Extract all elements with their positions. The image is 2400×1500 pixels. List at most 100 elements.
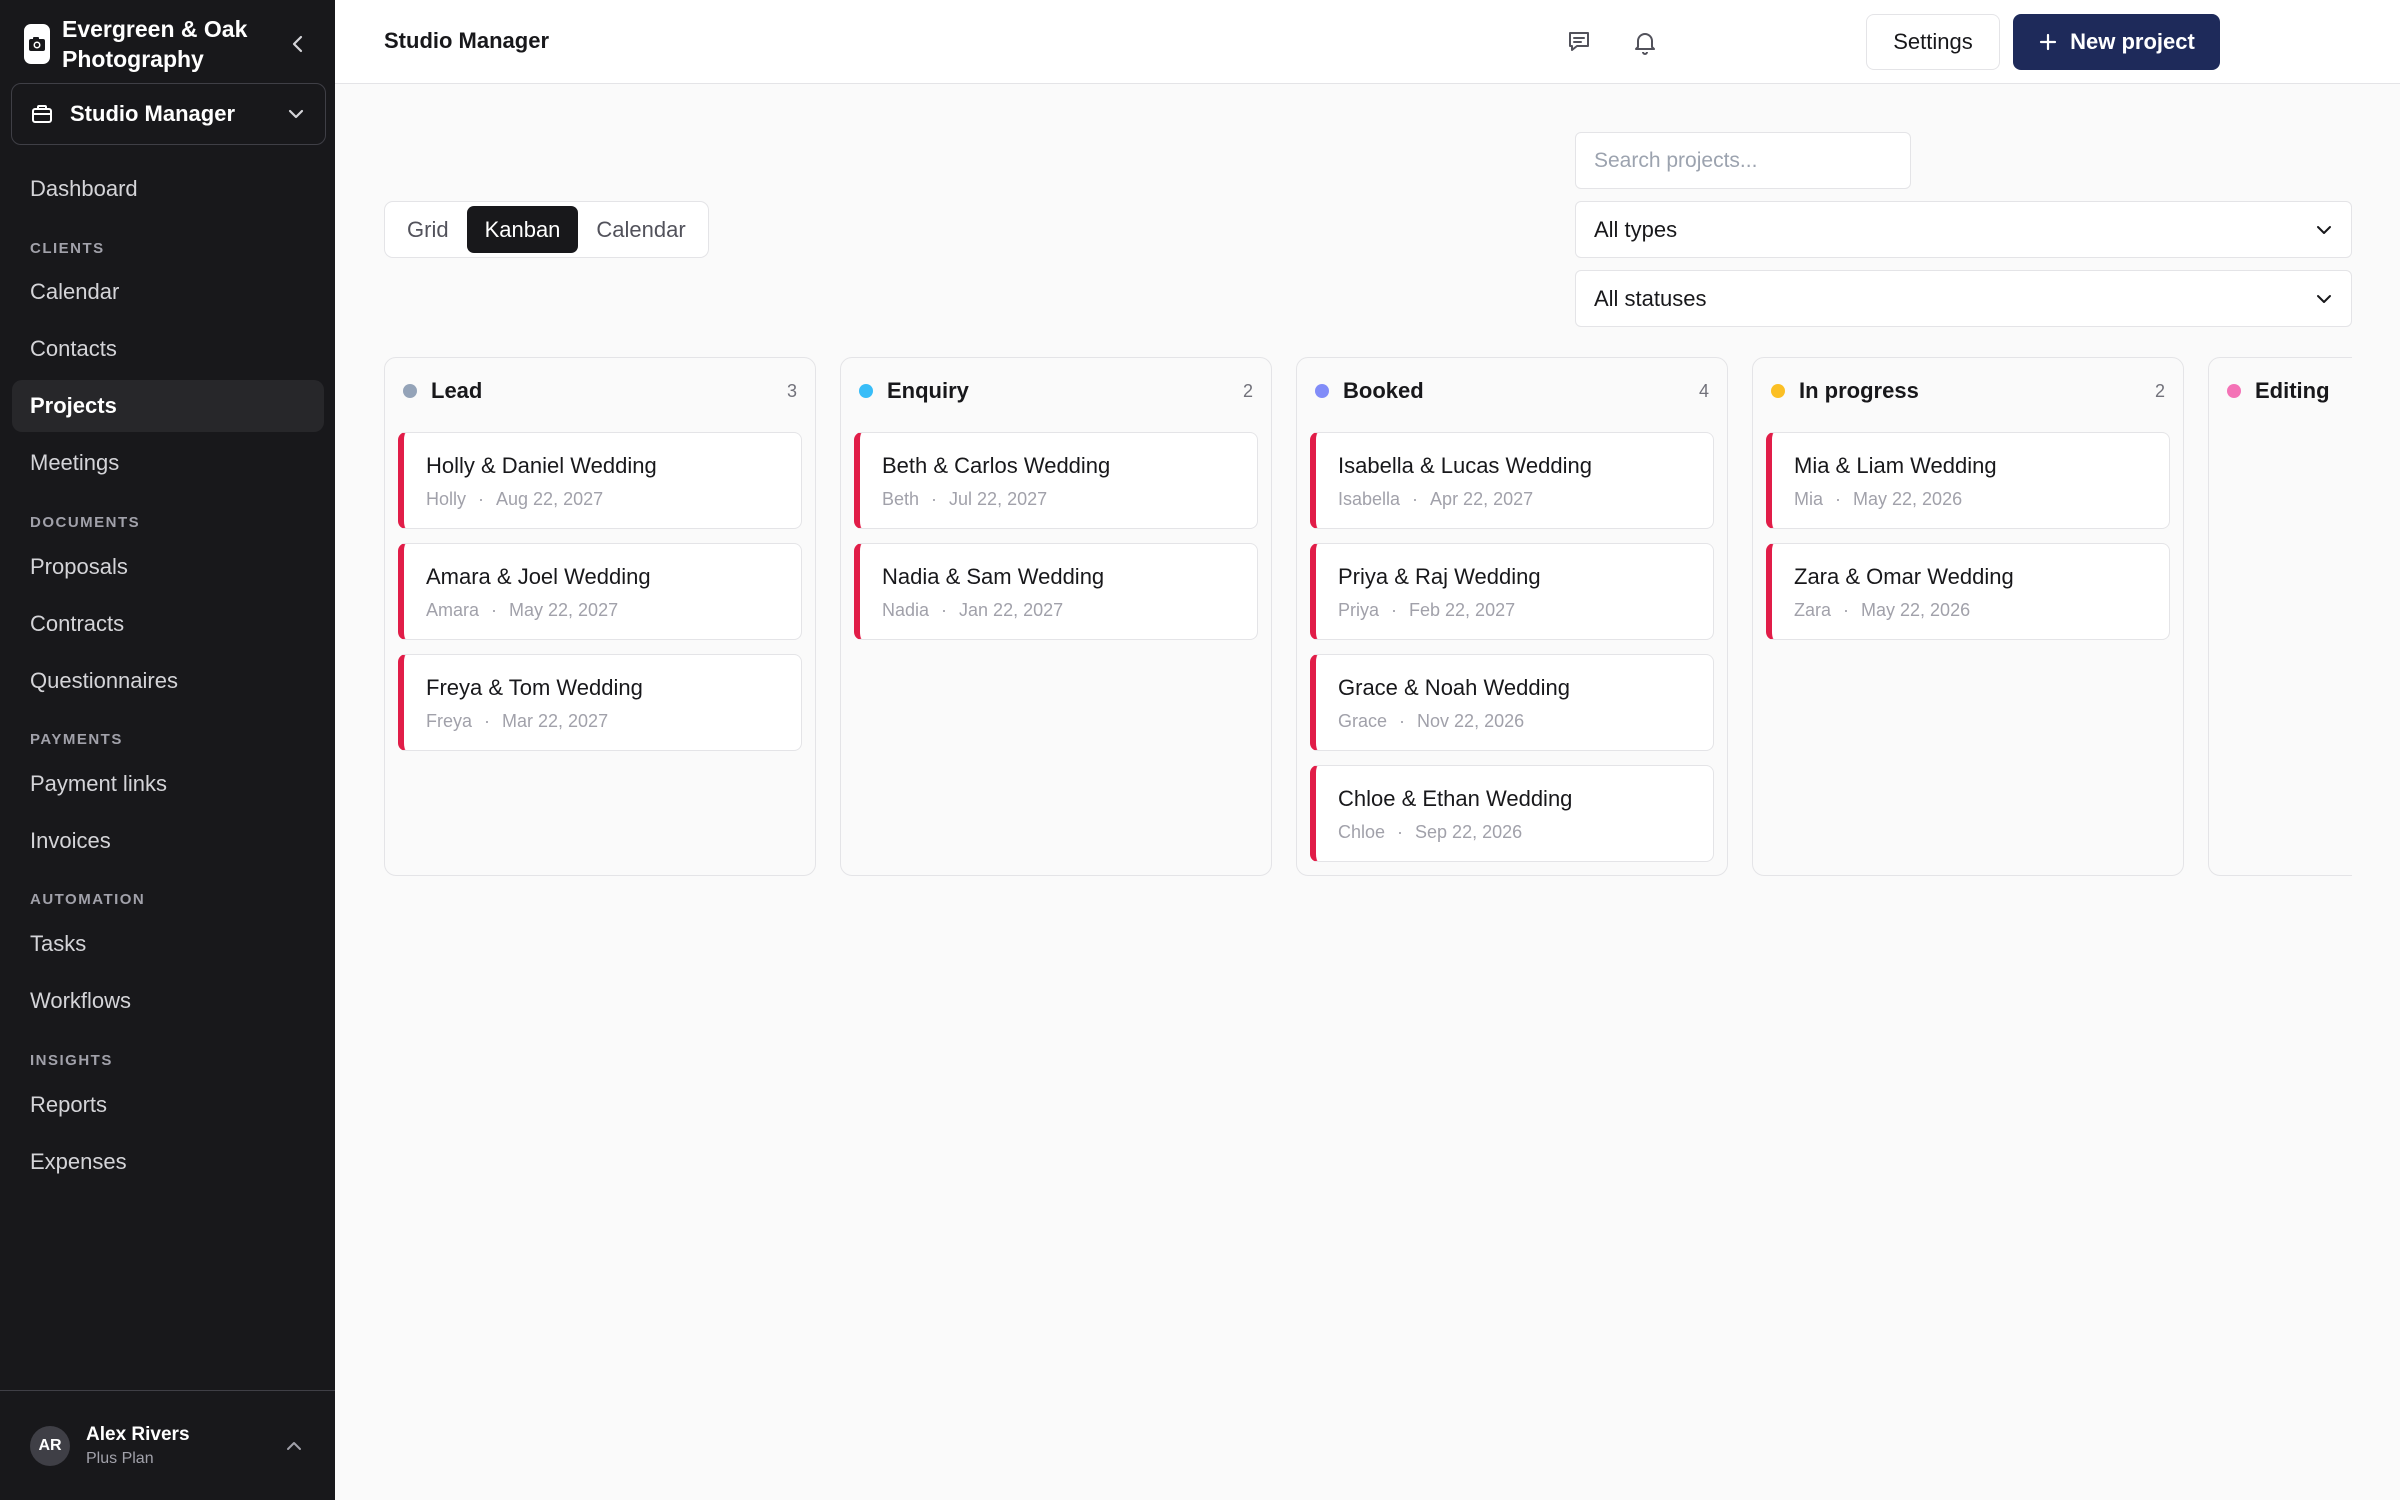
sidebar-item-invoices[interactable]: Invoices (12, 815, 324, 867)
project-client: Zara (1794, 600, 1832, 620)
project-date: Mar 22, 2027 (502, 711, 609, 731)
sidebar-item-meetings[interactable]: Meetings (12, 437, 324, 489)
chevron-down-icon (288, 109, 304, 119)
workspace-switcher[interactable]: Studio Manager (11, 83, 326, 145)
project-meta: Freya · Mar 22, 2027 (426, 711, 779, 732)
status-dot (1771, 384, 1785, 398)
column-header: Enquiry 2 (859, 376, 1253, 406)
section-payments: PAYMENTS (30, 731, 123, 748)
project-title: Freya & Tom Wedding (426, 675, 643, 700)
sidebar-item-calendar[interactable]: Calendar (12, 266, 324, 318)
new-project-button[interactable]: New project (2013, 14, 2220, 70)
column-count: 4 (1698, 380, 1709, 401)
column-title: Lead (431, 378, 483, 403)
section-documents: DOCUMENTS (30, 514, 141, 531)
workspace-label: Studio Manager (70, 101, 236, 126)
notifications-button[interactable] (1623, 20, 1667, 64)
meta-separator: · (491, 600, 498, 620)
chevron-up-icon (287, 1441, 301, 1450)
project-card[interactable]: Chloe & Ethan Wedding Chloe · Sep 22, 2026 (1310, 765, 1714, 862)
page-title: Studio Manager (384, 28, 550, 53)
meta-separator: · (1399, 711, 1406, 731)
project-title: Amara & Joel Wedding (426, 564, 651, 589)
project-meta: Nadia · Jan 22, 2027 (882, 600, 1235, 621)
project-card[interactable]: Holly & Daniel Wedding Holly · Aug 22, 2027 (398, 432, 802, 529)
briefcase-icon (32, 105, 52, 123)
camera-icon (24, 24, 50, 64)
sidebar-item-projects[interactable]: Projects (12, 380, 324, 432)
kanban-column-lead: Lead 3 Holly & Daniel Wedding Holly · Aug 22,… (384, 357, 816, 876)
chevron-left-icon (292, 35, 303, 53)
sidebar-item-contracts[interactable]: Contracts (12, 598, 324, 650)
topbar: Studio Manager Settings New project (335, 0, 2400, 84)
project-title: Priya & Raj Wedding (1338, 564, 1541, 589)
sidebar-item-payment-links[interactable]: Payment links (12, 758, 324, 810)
project-card[interactable]: Nadia & Sam Wedding Nadia · Jan 22, 2027 (854, 543, 1258, 640)
sidebar: Evergreen & Oak Photography Studio Manag… (0, 0, 335, 1500)
project-client: Beth (882, 489, 920, 509)
kanban-column-in-progress: In progress 2 Mia & Liam Wedding Mia · May 22… (1752, 357, 2184, 876)
sidebar-item-contacts[interactable]: Contacts (12, 323, 324, 375)
project-meta: Amara · May 22, 2027 (426, 600, 779, 621)
message-icon (1569, 32, 1589, 51)
meta-separator: · (478, 489, 485, 509)
project-meta: Isabella · Apr 22, 2027 (1338, 489, 1691, 510)
project-card[interactable]: Grace & Noah Wedding Grace · Nov 22, 2026 (1310, 654, 1714, 751)
column-title: Enquiry (887, 378, 969, 403)
column-count: 2 (2154, 380, 2165, 401)
project-card[interactable]: Mia & Liam Wedding Mia · May 22, 2026 (1766, 432, 2170, 529)
project-client: Priya (1338, 600, 1380, 620)
user-menu[interactable]: AR Alex Rivers Plus Plan (0, 1390, 335, 1500)
plus-icon (2040, 33, 2057, 51)
column-count: 3 (786, 380, 797, 401)
project-client: Freya (426, 711, 473, 731)
sidebar-item-dashboard[interactable]: Dashboard (12, 163, 324, 215)
type-filter-value: All types (1594, 216, 1678, 242)
meta-separator: · (941, 600, 948, 620)
project-date: May 22, 2027 (509, 600, 619, 620)
tab-kanban[interactable]: Kanban (466, 206, 579, 253)
project-card[interactable]: Amara & Joel Wedding Amara · May 22, 2027 (398, 543, 802, 640)
sidebar-item-expenses[interactable]: Expenses (12, 1136, 324, 1188)
settings-button[interactable]: Settings (1866, 14, 2000, 70)
status-filter-select[interactable]: All statuses (1575, 270, 2352, 327)
project-date: Sep 22, 2026 (1415, 822, 1523, 842)
meta-separator: · (1843, 600, 1850, 620)
project-card[interactable]: Zara & Omar Wedding Zara · May 22, 2026 (1766, 543, 2170, 640)
column-title: Booked (1343, 378, 1424, 403)
project-card[interactable]: Isabella & Lucas Wedding Isabella · Apr 22,… (1310, 432, 1714, 529)
tab-grid[interactable]: Grid (389, 206, 467, 253)
user-name: Alex Rivers (86, 1423, 190, 1445)
project-title: Holly & Daniel Wedding (426, 453, 657, 478)
sidebar-item-workflows[interactable]: Workflows (12, 975, 324, 1027)
sidebar-item-tasks[interactable]: Tasks (12, 918, 324, 970)
sidebar-item-reports[interactable]: Reports (12, 1079, 324, 1131)
search-input[interactable] (1575, 132, 1911, 189)
project-title: Mia & Liam Wedding (1794, 453, 1997, 478)
project-card[interactable]: Priya & Raj Wedding Priya · Feb 22, 2027 (1310, 543, 1714, 640)
column-header: Editing (2227, 376, 2352, 406)
type-filter-select[interactable]: All types (1575, 201, 2352, 258)
project-title: Zara & Omar Wedding (1794, 564, 2014, 589)
sidebar-item-proposals[interactable]: Proposals (12, 541, 324, 593)
project-client: Grace (1338, 711, 1388, 731)
project-meta: Grace · Nov 22, 2026 (1338, 711, 1691, 732)
meta-separator: · (931, 489, 938, 509)
project-client: Nadia (882, 600, 930, 620)
kanban-column-enquiry: Enquiry 2 Beth & Carlos Wedding Beth · Jul 22… (840, 357, 1272, 876)
project-client: Chloe (1338, 822, 1386, 842)
section-automation: AUTOMATION (30, 891, 146, 908)
project-meta: Chloe · Sep 22, 2026 (1338, 822, 1691, 843)
messages-button[interactable] (1557, 20, 1601, 64)
avatar: AR (30, 1425, 70, 1466)
column-title: Editing (2255, 378, 2330, 403)
sidebar-item-questionnaires[interactable]: Questionnaires (12, 655, 324, 707)
status-dot (1315, 384, 1329, 398)
project-card[interactable]: Freya & Tom Wedding Freya · Mar 22, 2027 (398, 654, 802, 751)
tab-calendar[interactable]: Calendar (578, 206, 703, 253)
project-meta: Priya · Feb 22, 2027 (1338, 600, 1691, 621)
collapse-sidebar-button[interactable] (280, 26, 316, 62)
project-title: Beth & Carlos Wedding (882, 453, 1111, 478)
project-card[interactable]: Beth & Carlos Wedding Beth · Jul 22, 2027 (854, 432, 1258, 529)
chevron-down-icon (2317, 226, 2331, 234)
